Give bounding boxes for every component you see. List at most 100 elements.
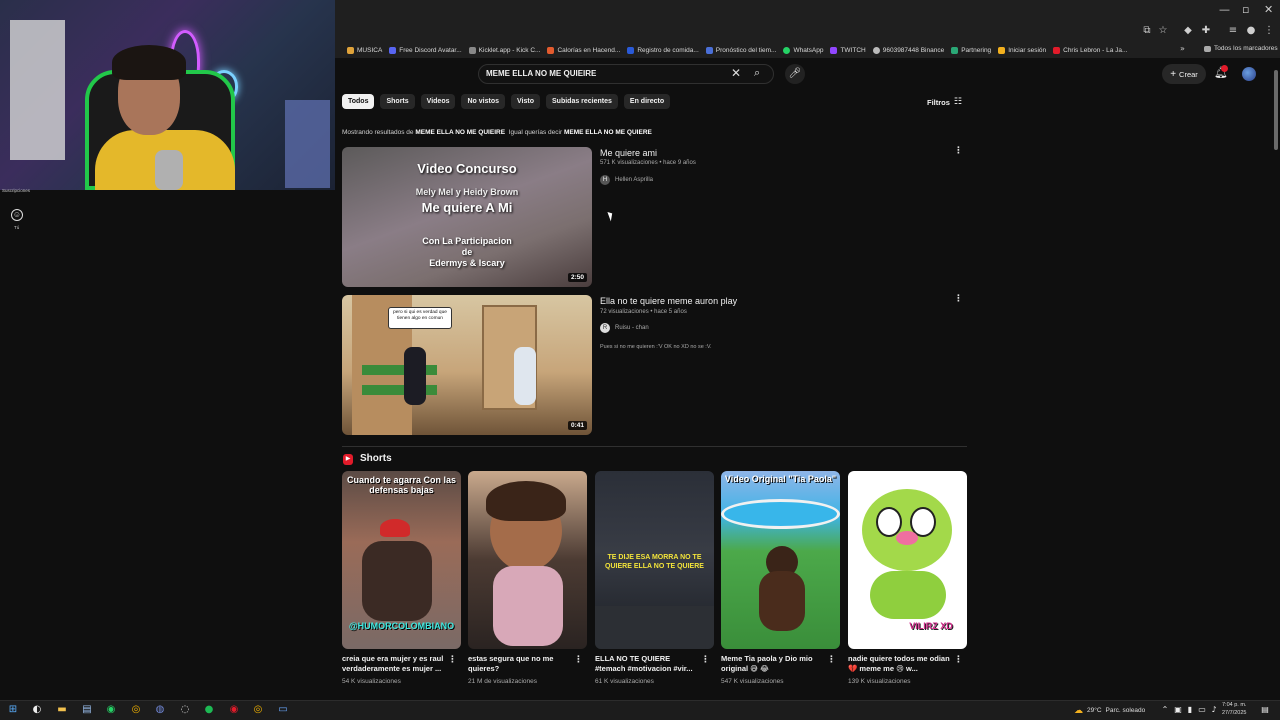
chip-live[interactable]: En directo: [623, 94, 671, 109]
avatar[interactable]: [1242, 67, 1256, 81]
scrollbar-thumb[interactable]: [1274, 70, 1278, 150]
bookmark-item[interactable]: Calorías en Hacend...: [547, 46, 620, 54]
profile-icon[interactable]: ●: [1244, 24, 1258, 38]
more-options-icon[interactable]: ⋮: [954, 146, 963, 156]
suggestion-link[interactable]: MEME ELLA NO ME QUIERE: [564, 129, 652, 136]
chip-videos[interactable]: Videos: [420, 94, 456, 109]
system-clock[interactable]: 7:04 p. m. 27/7/2025: [1222, 701, 1246, 717]
video-title[interactable]: Me quiere ami: [600, 148, 657, 158]
chip-all[interactable]: Todos: [342, 94, 375, 109]
bookmark-star-icon[interactable]: ☆: [1156, 24, 1170, 38]
bookmark-item[interactable]: Iniciar sesión: [998, 46, 1046, 54]
weather-widget[interactable]: ☁ 29°C Parc. soleado: [1074, 705, 1145, 716]
channel-link[interactable]: R Ruisu - chan: [600, 323, 649, 333]
bookmark-item[interactable]: Free Discord Avatar...: [389, 46, 462, 54]
short-thumbnail[interactable]: Cuando te agarra Con las defensas bajas …: [342, 471, 461, 649]
binance-icon: [872, 46, 880, 54]
bookmark-item[interactable]: WhatsApp: [783, 46, 823, 54]
bookmark-item[interactable]: Pronóstico del tiem...: [705, 46, 776, 54]
short-thumbnail[interactable]: TE DIJE ESA MORRA NO TE QUIERE ELLA NO T…: [595, 471, 714, 649]
chrome-icon[interactable]: ◎: [129, 703, 143, 717]
sidebar-you[interactable]: Tú: [14, 225, 19, 230]
bookmark-item[interactable]: Chris Lebron - La Ja...: [1053, 46, 1127, 54]
short-thumbnail[interactable]: VILIRZ XD: [848, 471, 967, 649]
short-views: 547 K visualizaciones: [721, 678, 784, 685]
discord-icon: [389, 46, 397, 54]
sun-cloud-icon: ☁: [1074, 705, 1083, 715]
video-duration: 0:41: [567, 421, 587, 430]
clear-search-icon[interactable]: ✕: [731, 66, 741, 80]
shorts-heading: Shorts: [360, 453, 392, 464]
obs-icon[interactable]: ◌: [178, 703, 192, 717]
filters-icon: ☷: [953, 97, 962, 107]
search-query[interactable]: MEME ELLA NO ME QUIEIRE: [486, 69, 596, 78]
extension-icon[interactable]: ◆: [1181, 24, 1195, 38]
chrome-active-icon[interactable]: ◎: [251, 703, 265, 717]
twitch-icon: [830, 46, 838, 54]
video-meta: 571 K visualizaciones • hace 9 años: [600, 160, 696, 166]
video-title[interactable]: Ella no te quiere meme auron play: [600, 296, 737, 306]
chip-unwatched[interactable]: No vistos: [461, 94, 505, 109]
file-explorer-icon[interactable]: ▬: [55, 703, 69, 717]
notification-center-icon[interactable]: ▤: [1258, 703, 1272, 717]
sidebar: [0, 190, 335, 700]
shorts-icon: ▶: [343, 454, 353, 465]
more-options-icon[interactable]: ⋮: [954, 294, 963, 304]
mouse-cursor: [607, 210, 615, 222]
more-options-icon[interactable]: ⋮: [954, 655, 963, 665]
app-window-icon[interactable]: ▭: [276, 703, 290, 717]
create-button[interactable]: + Crear: [1162, 64, 1206, 84]
bookmark-item[interactable]: TWITCH: [830, 46, 866, 54]
more-options-icon[interactable]: ⋮: [827, 655, 836, 665]
windows-start-icon[interactable]: ⊞: [6, 703, 20, 717]
short-title[interactable]: creia que era mujer y es raul verdaderam…: [342, 654, 447, 674]
chip-watched[interactable]: Visto: [511, 94, 540, 109]
video-thumbnail[interactable]: pero si qui es verdad que tienen algo en…: [342, 295, 592, 435]
notes-icon[interactable]: ▤: [80, 703, 94, 717]
bookmark-item[interactable]: Partnering: [951, 46, 991, 54]
puzzle-icon[interactable]: ✚: [1199, 24, 1213, 38]
sidebar-icon[interactable]: ≡: [1226, 24, 1240, 38]
video-thumbnail[interactable]: Video Concurso Mely Mel y Heidy Brown Me…: [342, 147, 592, 287]
volume-icon[interactable]: ♪: [1207, 703, 1221, 717]
short-thumbnail[interactable]: [468, 471, 587, 649]
close-window-icon[interactable]: ✕: [1264, 3, 1273, 16]
filters-button[interactable]: Filtros ☷: [927, 97, 962, 107]
chip-shorts[interactable]: Shorts: [380, 94, 415, 109]
short-title[interactable]: nadie quiere todos me odian 💔 meme me 😢 …: [848, 654, 953, 674]
maximize-icon[interactable]: ▫: [1242, 3, 1249, 16]
sidebar-subscriptions[interactable]: Suscripciones: [2, 188, 30, 193]
more-options-icon[interactable]: ⋮: [574, 655, 583, 665]
minimize-icon[interactable]: —: [1219, 3, 1230, 16]
video-duration: 2:50: [567, 273, 587, 282]
more-options-icon[interactable]: ⋮: [701, 655, 710, 665]
chevron-up-icon[interactable]: ⌃: [1158, 703, 1172, 717]
you-icon[interactable]: ☺: [11, 209, 23, 221]
discord-icon[interactable]: ◍: [153, 703, 167, 717]
more-bookmarks-icon[interactable]: »: [1180, 44, 1185, 53]
channel-link[interactable]: H Hellen Asprilla: [600, 175, 653, 185]
install-icon[interactable]: ⧉: [1140, 24, 1154, 38]
short-thumbnail[interactable]: Video Original "Tia Paola": [721, 471, 840, 649]
more-options-icon[interactable]: ⋮: [448, 655, 457, 665]
folder-icon: [347, 46, 354, 54]
short-title[interactable]: estas segura que no me quieres?: [468, 654, 573, 674]
filter-chips: Todos Shorts Videos No vistos Visto Subi…: [342, 94, 671, 109]
whatsapp-icon[interactable]: ◉: [104, 703, 118, 717]
weather-icon: [705, 46, 713, 54]
short-title[interactable]: ELLA NO TE QUIERE #temach #motivacion #v…: [595, 654, 700, 674]
scrollbar[interactable]: [1272, 62, 1280, 702]
spotify-icon[interactable]: ●: [202, 703, 216, 717]
chip-recent[interactable]: Subidas recientes: [546, 94, 618, 109]
short-title[interactable]: Meme Tia paola y Dio mio original 😅 😂: [721, 654, 826, 674]
voice-search-icon[interactable]: 🎤︎: [785, 64, 805, 84]
bookmark-item[interactable]: 9603987448 Binance: [872, 46, 944, 54]
menu-icon[interactable]: ⋮: [1262, 24, 1276, 38]
all-bookmarks[interactable]: Todos los marcadores: [1204, 45, 1278, 52]
record-icon[interactable]: ◉: [227, 703, 241, 717]
task-view-icon[interactable]: ◐: [30, 703, 44, 717]
bookmark-item[interactable]: MUSICA: [347, 46, 382, 54]
bookmark-item[interactable]: Registro de comida...: [627, 46, 699, 54]
bookmark-item[interactable]: Kicklet.app - Kick C...: [468, 46, 540, 54]
search-icon[interactable]: ⌕: [754, 66, 770, 82]
